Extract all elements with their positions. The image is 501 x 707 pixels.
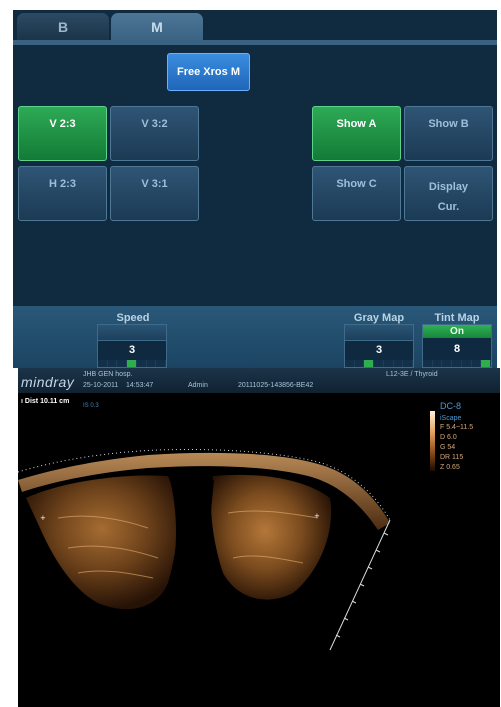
- caliper-right-icon: +: [314, 512, 320, 520]
- display-cursor-label-2: Cur.: [437, 201, 460, 213]
- gray-map-control[interactable]: 3: [344, 324, 414, 368]
- layout-v-3-2-button[interactable]: V 3:2: [110, 106, 199, 161]
- speed-knob-area: [98, 325, 166, 341]
- speed-value: 3: [128, 344, 136, 356]
- tab-b[interactable]: B: [17, 13, 109, 41]
- trachea-shadow: [170, 477, 214, 599]
- tint-map-value: 8: [453, 343, 461, 355]
- display-cursor-label-1: Display: [428, 181, 469, 193]
- free-xros-m-button[interactable]: Free Xros M: [167, 53, 250, 91]
- ultrasound-screen: mindray JHB GEN hosp. 25-10-2011 14:53:4…: [18, 368, 500, 707]
- caliper-left-icon: +: [40, 514, 46, 522]
- show-a-button[interactable]: Show A: [312, 106, 401, 161]
- show-b-button[interactable]: Show B: [404, 106, 493, 161]
- control-bar: Speed 3 Gray Map 3 Tint Map On 8: [13, 306, 497, 368]
- left-thyroid-lobe: [26, 475, 178, 610]
- tint-map-on-toggle[interactable]: On: [423, 325, 491, 338]
- right-thyroid-lobe: [211, 474, 332, 600]
- speed-control[interactable]: 3: [97, 324, 167, 368]
- gray-map-value: 3: [375, 344, 383, 356]
- gray-map-knob-area: [345, 325, 413, 341]
- layout-v-3-1-button[interactable]: V 3:1: [110, 166, 199, 221]
- tab-m[interactable]: M: [111, 13, 203, 41]
- speed-ticks: [98, 360, 167, 367]
- layout-h-2-3-button[interactable]: H 2:3: [18, 166, 107, 221]
- touch-panel: B M Free Xros M V 2:3 V 3:2 H 2:3 V 3:1 …: [13, 10, 497, 368]
- depth-ticks: [335, 532, 389, 638]
- tint-map-ticks: [423, 360, 492, 367]
- layout-v-2-3-button[interactable]: V 2:3: [18, 106, 107, 161]
- display-cursor-button[interactable]: Display Cur.: [404, 166, 493, 221]
- ultrasound-image: + +: [18, 449, 391, 651]
- tint-map-control[interactable]: On 8: [422, 324, 492, 368]
- tint-map-label: Tint Map: [434, 312, 480, 324]
- gray-map-label: Gray Map: [353, 312, 405, 324]
- speed-label: Speed: [116, 312, 150, 324]
- gray-map-ticks: [345, 360, 414, 367]
- depth-scale-line: [329, 519, 391, 651]
- tab-divider: [13, 40, 497, 45]
- show-c-button[interactable]: Show C: [312, 166, 401, 221]
